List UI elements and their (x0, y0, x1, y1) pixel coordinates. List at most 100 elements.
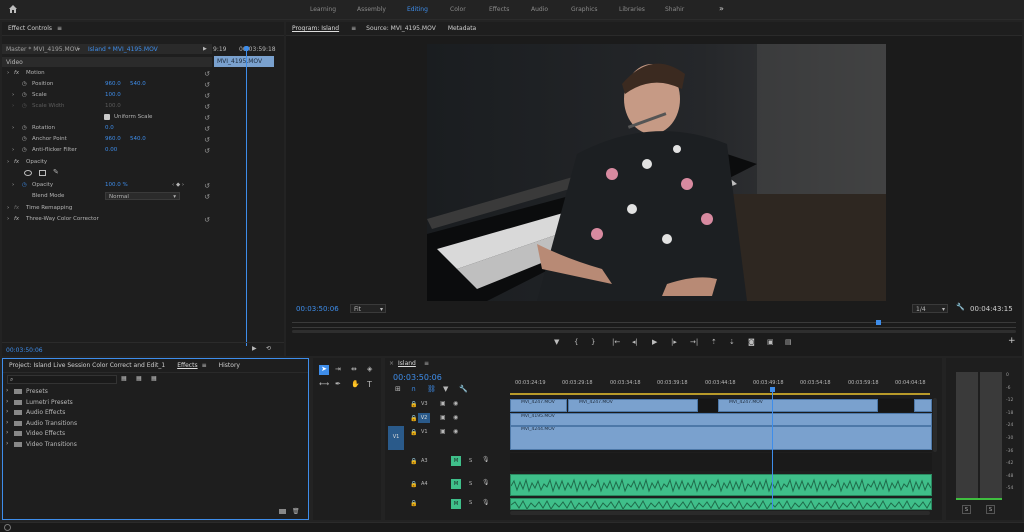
play-icon[interactable]: ▶ (252, 345, 257, 352)
fit-dropdown[interactable]: Fit ▾ (350, 304, 386, 313)
audio-clip[interactable] (510, 474, 932, 496)
timeline-playhead[interactable] (772, 391, 773, 509)
lock-icon[interactable]: 🔒 (410, 415, 417, 422)
mute-button[interactable]: M (451, 479, 461, 489)
solo-left-button[interactable]: S (962, 505, 971, 514)
step-back-icon[interactable]: ◂| (632, 338, 638, 346)
expand-chevron-icon[interactable]: › (12, 182, 14, 188)
stopwatch-icon[interactable]: ◷ (22, 81, 27, 87)
audio-clip[interactable] (510, 498, 932, 510)
stopwatch-icon[interactable]: ◷ (22, 136, 27, 142)
play-only-icon[interactable]: ▶ (203, 46, 207, 52)
trash-icon[interactable]: 🗑 (292, 508, 300, 515)
track-label-v1[interactable]: V1 (421, 429, 428, 435)
panel-menu-icon[interactable]: ≡ (202, 362, 207, 369)
ripple-edit-tool-icon[interactable]: ⇹ (351, 365, 357, 373)
nest-icon[interactable]: ⊞ (395, 385, 401, 393)
microphone-icon[interactable]: 🎙 (482, 456, 490, 463)
reset-icon[interactable]: ↺ (204, 70, 210, 78)
master-clip-label[interactable]: Master * MVI_4195.MOV (6, 46, 78, 53)
sync-lock-icon[interactable]: ▣ (440, 414, 446, 421)
microphone-icon[interactable]: 🎙 (482, 499, 490, 506)
video-clip-v1[interactable]: MVI_4244.MOV (510, 426, 932, 450)
32bit-effects-icon[interactable]: ▦ (136, 375, 142, 382)
anchor-y-value[interactable]: 540.0 (130, 136, 146, 142)
rotation-value[interactable]: 0.0 (105, 125, 114, 131)
linked-selection-icon[interactable]: ⛓ (427, 385, 436, 393)
solo-right-button[interactable]: S (986, 505, 995, 514)
workspace-shahir[interactable]: Shahir (665, 6, 684, 13)
yuv-effects-icon[interactable]: ▦ (151, 375, 157, 382)
track-label-a4[interactable]: A4 (421, 481, 428, 487)
lock-icon[interactable]: 🔒 (410, 401, 417, 408)
list-item[interactable]: › Video Transitions (3, 440, 303, 451)
position-y-value[interactable]: 540.0 (130, 81, 146, 87)
list-item[interactable]: › Video Effects (3, 429, 303, 440)
list-item[interactable]: › Audio Effects (3, 408, 303, 419)
add-marker-icon[interactable]: ▼ (443, 385, 448, 393)
eye-icon[interactable]: ◉ (453, 414, 458, 421)
color-corrector-row[interactable]: › fx Three-Way Color Corrector ↺ (2, 214, 212, 225)
video-clip[interactable] (914, 399, 932, 412)
track-label-a3[interactable]: A3 (421, 458, 428, 464)
stopwatch-icon[interactable]: ◷ (22, 147, 27, 153)
track-label-v2[interactable]: V2 (418, 413, 430, 423)
workspace-audio[interactable]: Audio (531, 6, 548, 13)
add-marker-icon[interactable]: ▼ (554, 338, 559, 346)
reset-icon[interactable]: ↺ (204, 114, 210, 122)
hand-tool-icon[interactable]: ✋ (351, 380, 360, 388)
opacity-value[interactable]: 100.0 % (105, 182, 128, 188)
tab-project[interactable]: Project: Island Live Session Color Corre… (9, 362, 165, 369)
solo-button[interactable]: S (469, 500, 472, 506)
expand-chevron-icon[interactable]: › (12, 92, 14, 98)
reset-icon[interactable]: ↺ (204, 81, 210, 89)
program-timecode[interactable]: 00:03:50:06 (296, 305, 339, 313)
track-label-v3[interactable]: V3 (421, 401, 428, 407)
reset-icon[interactable]: ↺ (204, 193, 210, 201)
status-icon[interactable] (4, 524, 11, 531)
panel-menu-icon[interactable]: ≡ (424, 360, 429, 367)
lock-icon[interactable]: 🔒 (410, 429, 417, 436)
list-item[interactable]: › Presets (3, 387, 303, 398)
sync-lock-icon[interactable]: ▣ (440, 400, 446, 407)
ec-playhead-handle[interactable] (244, 46, 249, 51)
stopwatch-icon[interactable]: ◷ (22, 125, 27, 131)
panel-menu-icon[interactable]: ≡ (351, 25, 356, 32)
tab-source[interactable]: Source: MVI_4195.MOV (366, 25, 436, 32)
wrench-icon[interactable]: 🔧 (459, 385, 468, 393)
lock-icon[interactable]: 🔒 (410, 481, 417, 488)
accelerated-effects-icon[interactable]: ▦ (121, 375, 127, 382)
work-area-bar[interactable] (510, 393, 930, 395)
razor-tool-icon[interactable]: ◈ (367, 365, 372, 373)
solo-button[interactable]: S (469, 458, 472, 464)
uniform-scale-checkbox[interactable] (104, 114, 110, 120)
tab-metadata[interactable]: Metadata (448, 25, 476, 32)
stopwatch-icon[interactable]: ◷ (22, 182, 27, 188)
add-button-icon[interactable]: + (1008, 336, 1016, 346)
reset-icon[interactable]: ↺ (204, 216, 210, 224)
effect-controls-title[interactable]: Effect Controls (8, 25, 52, 32)
video-clip[interactable]: MVI_4247.MOV (718, 399, 878, 412)
keyframe-nav-icon[interactable]: ‹ ◆ › (172, 182, 184, 188)
workspace-color[interactable]: Color (450, 6, 466, 13)
reset-icon[interactable]: ↺ (204, 147, 210, 155)
mark-in-icon[interactable]: { (574, 338, 578, 346)
position-x-value[interactable]: 960.0 (105, 81, 121, 87)
proxy-toggle-icon[interactable]: ▤ (785, 338, 792, 346)
list-item[interactable]: › Lumetri Presets (3, 398, 303, 409)
play-button[interactable]: ▶ (652, 338, 657, 346)
more-workspaces-button[interactable]: » (719, 4, 724, 13)
workspace-libraries[interactable]: Libraries (619, 6, 645, 13)
timeline-timecode[interactable]: 00:03:50:06 (393, 373, 442, 382)
reset-icon[interactable]: ↺ (204, 92, 210, 100)
video-vertical-scrollbar[interactable] (933, 398, 937, 452)
extract-icon[interactable]: ⇣ (729, 338, 735, 346)
tab-history[interactable]: History (219, 362, 240, 369)
panel-menu-icon[interactable]: ≡ (57, 25, 62, 32)
pen-tool-icon[interactable]: ✒ (335, 380, 341, 388)
video-clip[interactable]: MVI_4247.MOV (568, 399, 698, 412)
close-icon[interactable]: × (389, 360, 394, 367)
camera-icon[interactable]: ◙ (748, 338, 755, 346)
sync-lock-icon[interactable]: ▣ (440, 428, 446, 435)
microphone-icon[interactable]: 🎙 (482, 479, 490, 486)
